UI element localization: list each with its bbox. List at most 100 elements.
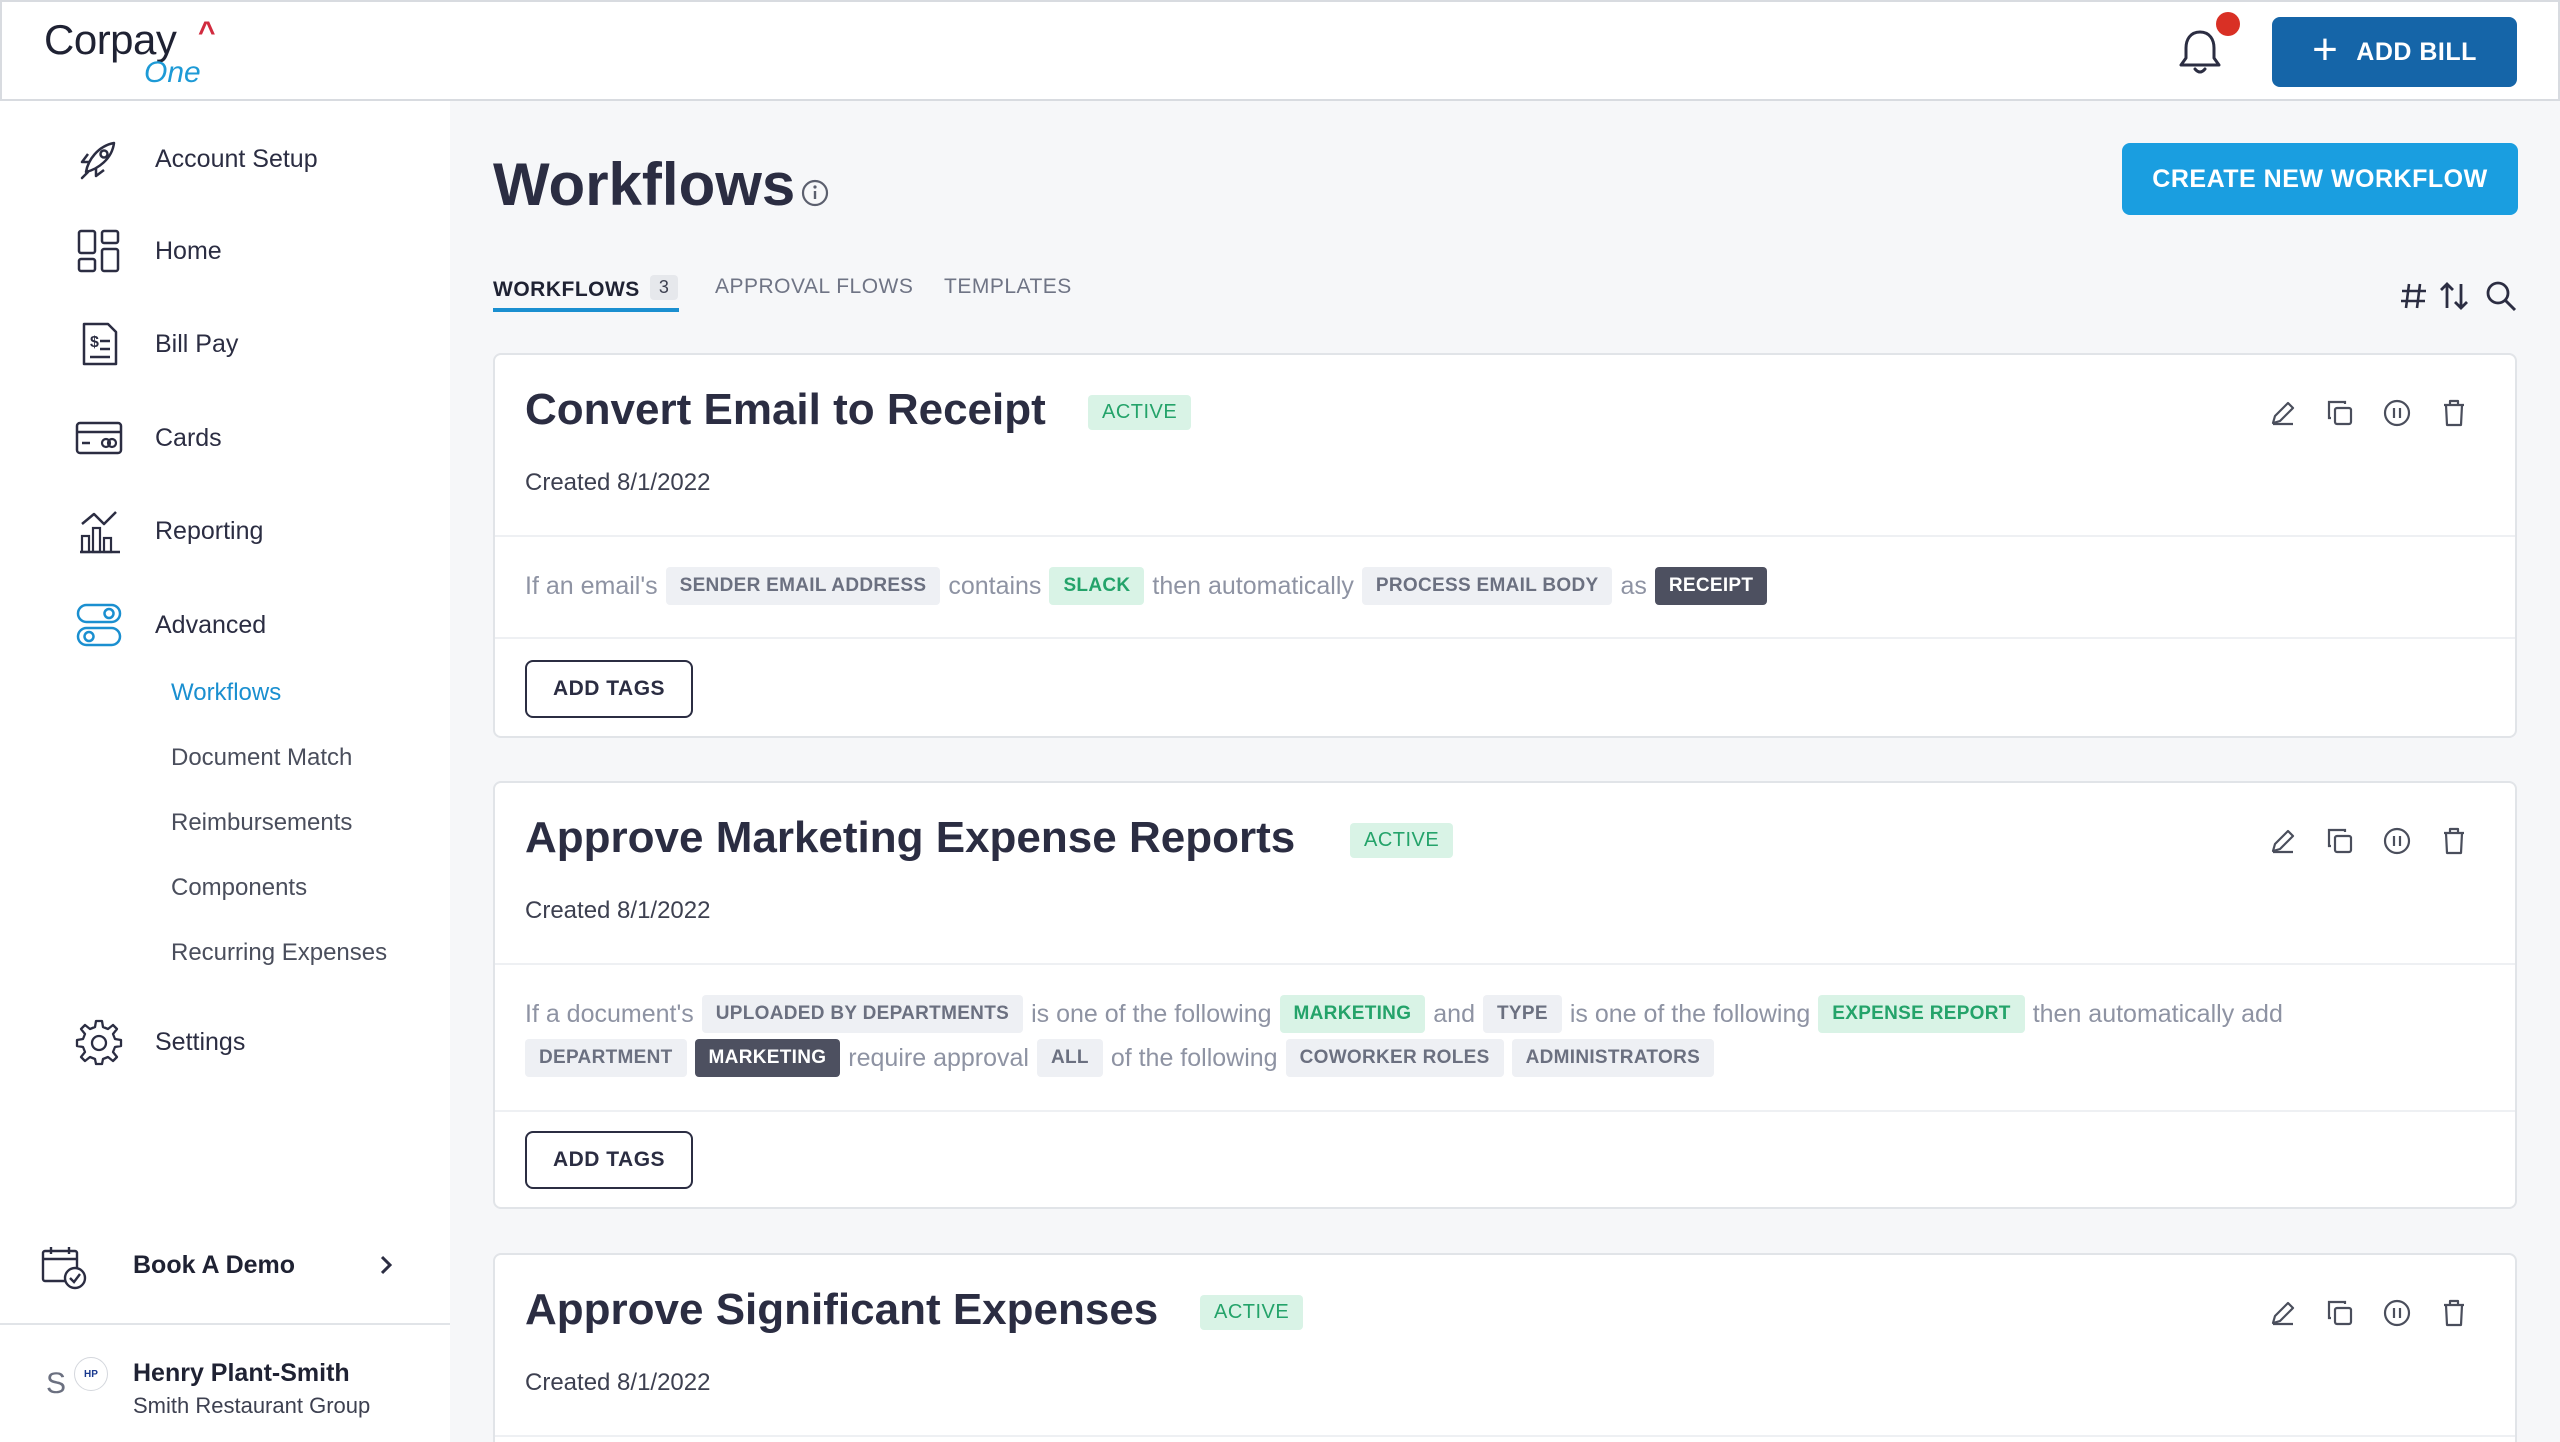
workflow-card: Approve Marketing Expense Reports ACTIVE… [493, 781, 2517, 1209]
sidebar-item-label: Cards [155, 423, 222, 452]
rule-text: contains [948, 571, 1042, 600]
card-actions [2267, 397, 2487, 437]
sidebar-item-label: Reporting [155, 516, 264, 545]
search-icon[interactable] [2483, 278, 2519, 314]
trash-icon[interactable] [2438, 825, 2470, 857]
card-divider [495, 963, 2515, 965]
tab-workflows[interactable]: WORKFLOWS 3 [493, 275, 679, 302]
rule-chip[interactable]: UPLOADED BY DEPARTMENTS [701, 995, 1024, 1033]
sidebar-subitem-components[interactable]: Components [171, 874, 307, 902]
created-date: Created 8/1/2022 [525, 1369, 711, 1396]
tab-approval-flows[interactable]: APPROVAL FLOWS [715, 275, 913, 299]
status-badge: ACTIVE [1200, 1295, 1304, 1330]
workflow-rule-continued: DEPARTMENT MARKETING require approval AL… [525, 1039, 1715, 1077]
workflow-title[interactable]: Approve Marketing Expense Reports [525, 813, 1295, 863]
chart-icon [80, 511, 120, 554]
pause-icon[interactable] [2381, 1297, 2413, 1329]
edit-icon[interactable] [2267, 825, 2299, 857]
sidebar-item-cards[interactable]: Cards [0, 403, 450, 473]
add-tags-button[interactable]: ADD TAGS [525, 1131, 693, 1189]
pause-icon[interactable] [2381, 397, 2413, 429]
sidebar-subitem-workflows[interactable]: Workflows [171, 679, 281, 707]
logo-caret-icon: ^ [198, 16, 216, 49]
sidebar-divider [0, 1323, 450, 1325]
sidebar-item-label: Advanced [155, 610, 267, 639]
book-demo-label: Book A Demo [133, 1251, 296, 1279]
rule-text: as [1620, 571, 1647, 600]
toggles-icon [76, 603, 122, 647]
sidebar-item-bill-pay[interactable]: $ Bill Pay [0, 309, 450, 379]
edit-icon[interactable] [2267, 1297, 2299, 1329]
trash-icon[interactable] [2438, 1297, 2470, 1329]
rule-text: require approval [848, 1043, 1029, 1072]
sidebar-subitem-recurring-expenses[interactable]: Recurring Expenses [171, 939, 387, 967]
copy-icon[interactable] [2324, 825, 2356, 857]
card-divider [495, 637, 2515, 639]
card-icon [75, 421, 123, 455]
tab-count-badge: 3 [649, 275, 679, 300]
sidebar-item-settings[interactable]: Settings [0, 1007, 450, 1077]
sidebar-item-advanced[interactable]: Advanced [0, 590, 450, 660]
tab-templates[interactable]: TEMPLATES [944, 275, 1072, 299]
create-workflow-button[interactable]: CREATE NEW WORKFLOW [2122, 143, 2518, 215]
rule-chip[interactable]: RECEIPT [1654, 567, 1768, 605]
user-name: Henry Plant-Smith [133, 1359, 350, 1387]
rule-chip[interactable]: SENDER EMAIL ADDRESS [665, 567, 941, 605]
rule-chip[interactable]: PROCESS EMAIL BODY [1361, 567, 1613, 605]
card-divider [495, 1435, 2515, 1437]
sidebar-item-label: Bill Pay [155, 329, 239, 358]
sort-icon[interactable] [2436, 278, 2472, 314]
pause-icon[interactable] [2381, 825, 2413, 857]
sidebar-subitem-reimbursements[interactable]: Reimbursements [171, 809, 352, 837]
rule-chip[interactable]: ADMINISTRATORS [1511, 1039, 1715, 1077]
logo-sub: One [144, 56, 201, 89]
rule-chip[interactable]: DEPARTMENT [525, 1039, 687, 1077]
rule-chip[interactable]: EXPENSE REPORT [1818, 995, 2025, 1033]
workflow-title[interactable]: Approve Significant Expenses [525, 1285, 1158, 1335]
rule-chip[interactable]: TYPE [1483, 995, 1562, 1033]
rule-chip[interactable]: SLACK [1049, 567, 1145, 605]
rule-chip[interactable]: MARKETING [1279, 995, 1426, 1033]
workflow-title[interactable]: Convert Email to Receipt [525, 385, 1046, 435]
copy-icon[interactable] [2324, 1297, 2356, 1329]
rule-chip[interactable]: COWORKER ROLES [1285, 1039, 1504, 1077]
add-bill-button[interactable]: + ADD BILL [2272, 17, 2517, 87]
card-divider [495, 535, 2515, 537]
sidebar-item-label: Account Setup [155, 144, 318, 173]
edit-icon[interactable] [2267, 397, 2299, 429]
sidebar-item-home[interactable]: Home [0, 216, 450, 286]
avatar-badge: HP [74, 1357, 108, 1391]
created-date: Created 8/1/2022 [525, 897, 711, 924]
rule-chip[interactable]: MARKETING [694, 1039, 841, 1077]
tab-active-indicator [493, 308, 679, 312]
rule-text: then automatically add [2032, 999, 2283, 1028]
rule-text: then automatically [1152, 571, 1354, 600]
sidebar-item-label: Settings [155, 1027, 246, 1056]
card-actions [2267, 1297, 2487, 1337]
created-date: Created 8/1/2022 [525, 469, 711, 496]
avatar: S [46, 1367, 67, 1400]
user-profile[interactable]: S HP Henry Plant-Smith Smith Restaurant … [0, 1331, 450, 1441]
add-tags-button[interactable]: ADD TAGS [525, 660, 693, 718]
status-badge: ACTIVE [1088, 395, 1192, 430]
corpay-logo[interactable]: Corpay ^ One [44, 16, 224, 89]
svg-text:$: $ [90, 334, 99, 351]
sidebar: Account Setup Home $ Bill Pay Cards Repo… [0, 101, 450, 1442]
sidebar-subitem-document-match[interactable]: Document Match [171, 744, 352, 772]
user-org: Smith Restaurant Group [133, 1393, 371, 1418]
rule-text: and [1433, 999, 1475, 1028]
bill-icon: $ [82, 322, 118, 366]
hash-icon[interactable] [2396, 278, 2432, 314]
tab-label: WORKFLOWS [493, 278, 640, 301]
copy-icon[interactable] [2324, 397, 2356, 429]
sidebar-item-account-setup[interactable]: Account Setup [0, 124, 450, 194]
rule-chip[interactable]: ALL [1036, 1039, 1103, 1077]
book-demo-link[interactable]: Book A Demo [0, 1231, 450, 1301]
chevron-right-icon [380, 1255, 393, 1275]
rule-text: is one of the following [1569, 999, 1811, 1028]
rocket-icon [80, 141, 116, 180]
sidebar-item-reporting[interactable]: Reporting [0, 496, 450, 566]
trash-icon[interactable] [2438, 397, 2470, 429]
info-icon[interactable] [800, 178, 830, 208]
rule-text: is one of the following [1031, 999, 1272, 1028]
